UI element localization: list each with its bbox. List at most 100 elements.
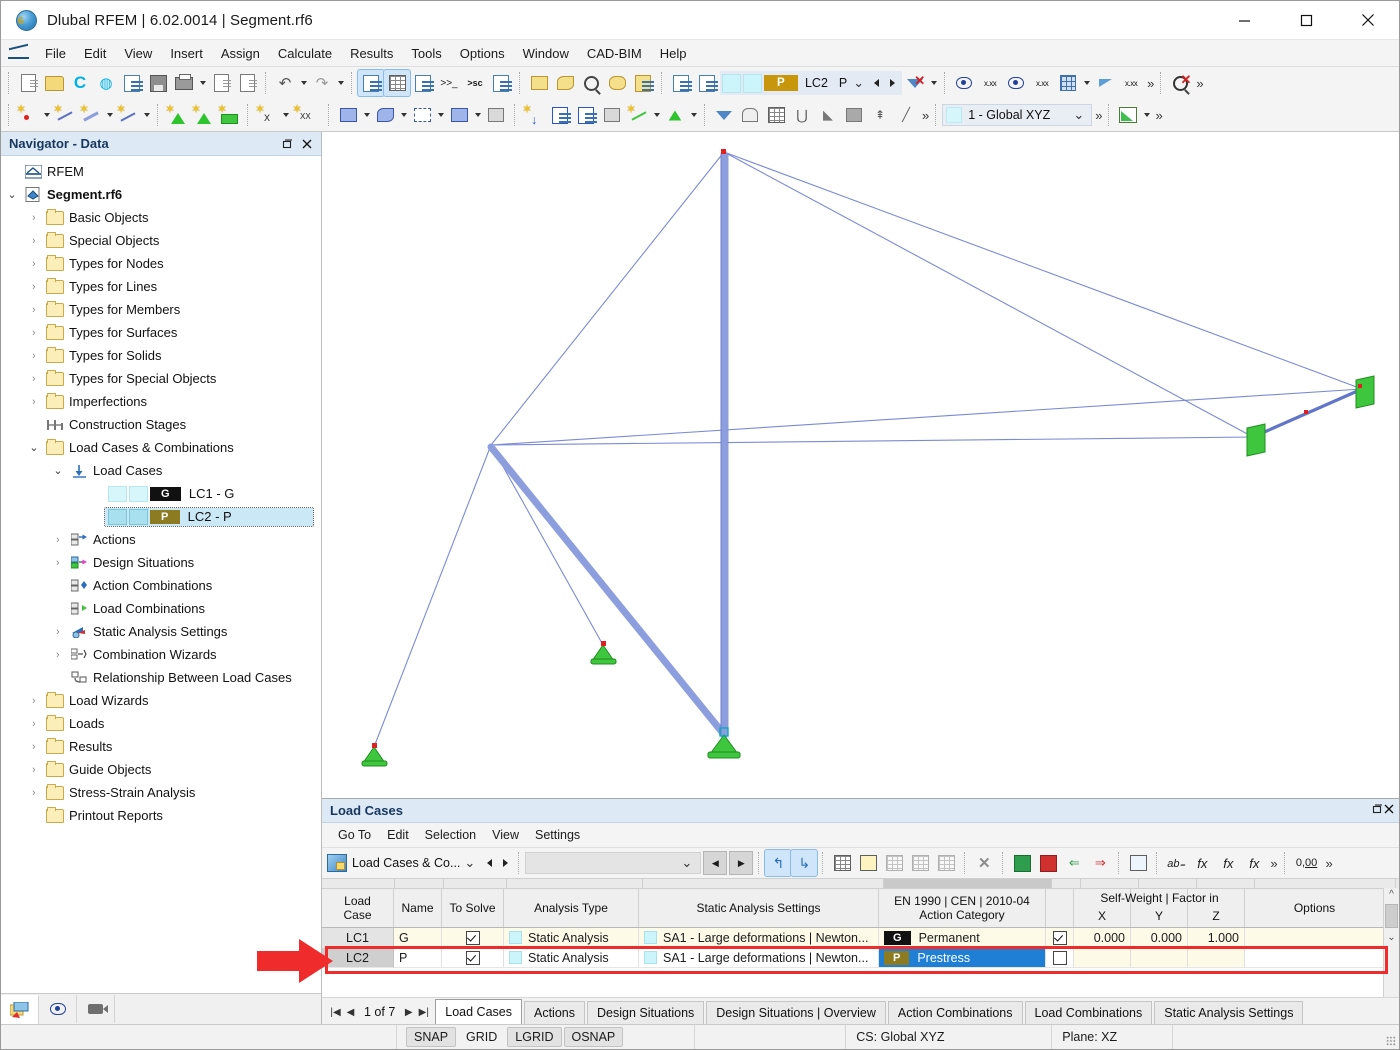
load-case-selector[interactable]: P LC2 P ⌄: [720, 71, 903, 95]
scroll-up-arrow-icon[interactable]: ^: [1389, 888, 1394, 902]
table-row[interactable]: LC2 P Static Analysis SA1 - Large deform…: [322, 948, 1399, 968]
cell-static-analysis-settings[interactable]: SA1 - Large deformations | Newton...: [639, 928, 879, 948]
navigator-close-button[interactable]: [297, 134, 317, 153]
maximize-button[interactable]: [1275, 1, 1337, 39]
toolbar-overflow-3[interactable]: »: [919, 108, 930, 123]
model-info-button[interactable]: ◍: [93, 70, 119, 96]
new-polyline-button[interactable]: ✶: [115, 102, 141, 128]
show-surface-results-button[interactable]: [1055, 70, 1081, 96]
tree-item-load-cases-combinations[interactable]: ⌄ Load Cases & Combinations: [1, 436, 321, 459]
tree-item-types-for-solids[interactable]: › Types for Solids: [1, 344, 321, 367]
delete-row-button[interactable]: ✕: [971, 850, 997, 876]
move-left-button[interactable]: ⇐: [1061, 850, 1087, 876]
show-support-reactions-button[interactable]: [1003, 70, 1029, 96]
cell-options[interactable]: [1245, 948, 1385, 968]
cell-to-solve[interactable]: [442, 928, 504, 948]
load-cases-float-button[interactable]: [1371, 803, 1383, 818]
subcategory-prev[interactable]: ◀: [703, 851, 728, 875]
cs-chevron-down-icon[interactable]: ⌄: [1069, 107, 1088, 123]
info-panel-button[interactable]: [488, 70, 514, 96]
render-frames-button[interactable]: [763, 102, 789, 128]
filter-button[interactable]: [711, 102, 737, 128]
new-surface-button[interactable]: [335, 102, 361, 128]
tree-item-printout-reports[interactable]: Printout Reports: [1, 804, 321, 827]
printout-report-button[interactable]: [208, 70, 234, 96]
tree-item-results[interactable]: › Results: [1, 735, 321, 758]
pager-next-button[interactable]: ▶: [401, 1002, 416, 1022]
remove-row-button[interactable]: [1035, 850, 1061, 876]
load-case-entry[interactable]: G LC1 - G: [105, 485, 315, 503]
new-dimension-caret[interactable]: [280, 102, 291, 128]
perspective-button[interactable]: ╱: [893, 102, 919, 128]
sort-rows-button[interactable]: [933, 850, 959, 876]
cell-to-solve[interactable]: [442, 948, 504, 968]
script-button[interactable]: >sc: [462, 70, 488, 96]
menu-cad-bim[interactable]: CAD-BIM: [578, 43, 651, 64]
new-member-caret[interactable]: [104, 102, 115, 128]
cell-self-weight-z[interactable]: 1.000: [1188, 928, 1245, 948]
tree-expander[interactable]: ›: [23, 695, 45, 707]
new-member-button[interactable]: ✶: [78, 102, 104, 128]
navigator-toggle-button[interactable]: [357, 69, 385, 97]
menu-calculate[interactable]: Calculate: [269, 43, 341, 64]
menu-help[interactable]: Help: [651, 43, 696, 64]
status-snap-button[interactable]: SNAP: [406, 1027, 457, 1047]
delete-results-button[interactable]: ✕: [902, 70, 928, 96]
menu-results[interactable]: Results: [341, 43, 402, 64]
new-dimension-button[interactable]: ✶ X: [254, 102, 280, 128]
tree-item-load-combinations[interactable]: Load Combinations: [1, 597, 321, 620]
tab-load-combinations[interactable]: Load Combinations: [1024, 1001, 1153, 1024]
table-category-next[interactable]: [497, 852, 513, 874]
cell-self-weight-x[interactable]: [1074, 948, 1131, 968]
insert-row-button[interactable]: [881, 850, 907, 876]
new-imperfection-caret[interactable]: [651, 102, 662, 128]
load-cases-close-button[interactable]: [1383, 803, 1395, 818]
new-load-case-button[interactable]: [694, 70, 720, 96]
rename-button[interactable]: ab₌: [1163, 850, 1189, 876]
goto-previous-row-button[interactable]: ↰: [764, 849, 793, 877]
delete-results-caret[interactable]: [928, 70, 939, 96]
delete-all-results-button[interactable]: ✕: [1167, 70, 1193, 96]
redo-dropdown-caret[interactable]: [335, 70, 346, 96]
print-button[interactable]: [171, 70, 197, 96]
new-surface-support-button[interactable]: ✶: [216, 102, 242, 128]
tree-expander[interactable]: ›: [23, 235, 45, 247]
tree-item-imperfections[interactable]: › Imperfections: [1, 390, 321, 413]
new-solid-caret[interactable]: [435, 102, 446, 128]
undo-button[interactable]: ↶: [272, 70, 298, 96]
tree-item-combination-wizards[interactable]: › Combination Wizards: [1, 643, 321, 666]
tree-item-types-for-nodes[interactable]: › Types for Nodes: [1, 252, 321, 275]
cell-self-weight-y[interactable]: 0.000: [1131, 928, 1188, 948]
load-case-prev-button[interactable]: [868, 72, 884, 94]
table-category-selector[interactable]: Load Cases & Co... ⌄: [325, 852, 481, 874]
lc-menu-view[interactable]: View: [484, 826, 527, 844]
undo-dropdown-caret[interactable]: [298, 70, 309, 96]
show-all-columns-button[interactable]: [829, 850, 855, 876]
lc-menu-selection[interactable]: Selection: [417, 826, 484, 844]
menu-window[interactable]: Window: [514, 43, 578, 64]
new-model-button[interactable]: [15, 70, 41, 96]
tree-expander[interactable]: ›: [23, 718, 45, 730]
goto-next-row-button[interactable]: ↳: [790, 849, 819, 877]
pager-prev-button[interactable]: ◀: [343, 1002, 358, 1022]
menu-options[interactable]: Options: [451, 43, 514, 64]
tree-item-load-cases[interactable]: ⌄ Load Cases: [1, 459, 321, 482]
tree-expander[interactable]: ›: [47, 626, 69, 638]
new-surface-load-button[interactable]: [599, 102, 625, 128]
table-scrollbar[interactable]: ^ ⌄: [1383, 888, 1399, 997]
tables-toggle-button[interactable]: [383, 69, 411, 97]
formula-button[interactable]: fx: [1189, 850, 1215, 876]
lc-menu-settings[interactable]: Settings: [527, 826, 588, 844]
tree-load-case-g[interactable]: G LC1 - G: [1, 482, 321, 505]
tab-actions[interactable]: Actions: [524, 1001, 585, 1024]
tree-expander[interactable]: ›: [23, 304, 45, 316]
render-curved-button[interactable]: ⋃: [789, 102, 815, 128]
cell-analysis-type[interactable]: Static Analysis: [504, 948, 639, 968]
tree-expander[interactable]: ›: [23, 396, 45, 408]
cell-name[interactable]: G: [394, 928, 442, 948]
surface-results-caret[interactable]: [1081, 70, 1092, 96]
menu-tools[interactable]: Tools: [402, 43, 450, 64]
tree-item-guide-objects[interactable]: › Guide Objects: [1, 758, 321, 781]
new-opening-caret[interactable]: [398, 102, 409, 128]
result-diagram-caret[interactable]: [1141, 102, 1152, 128]
